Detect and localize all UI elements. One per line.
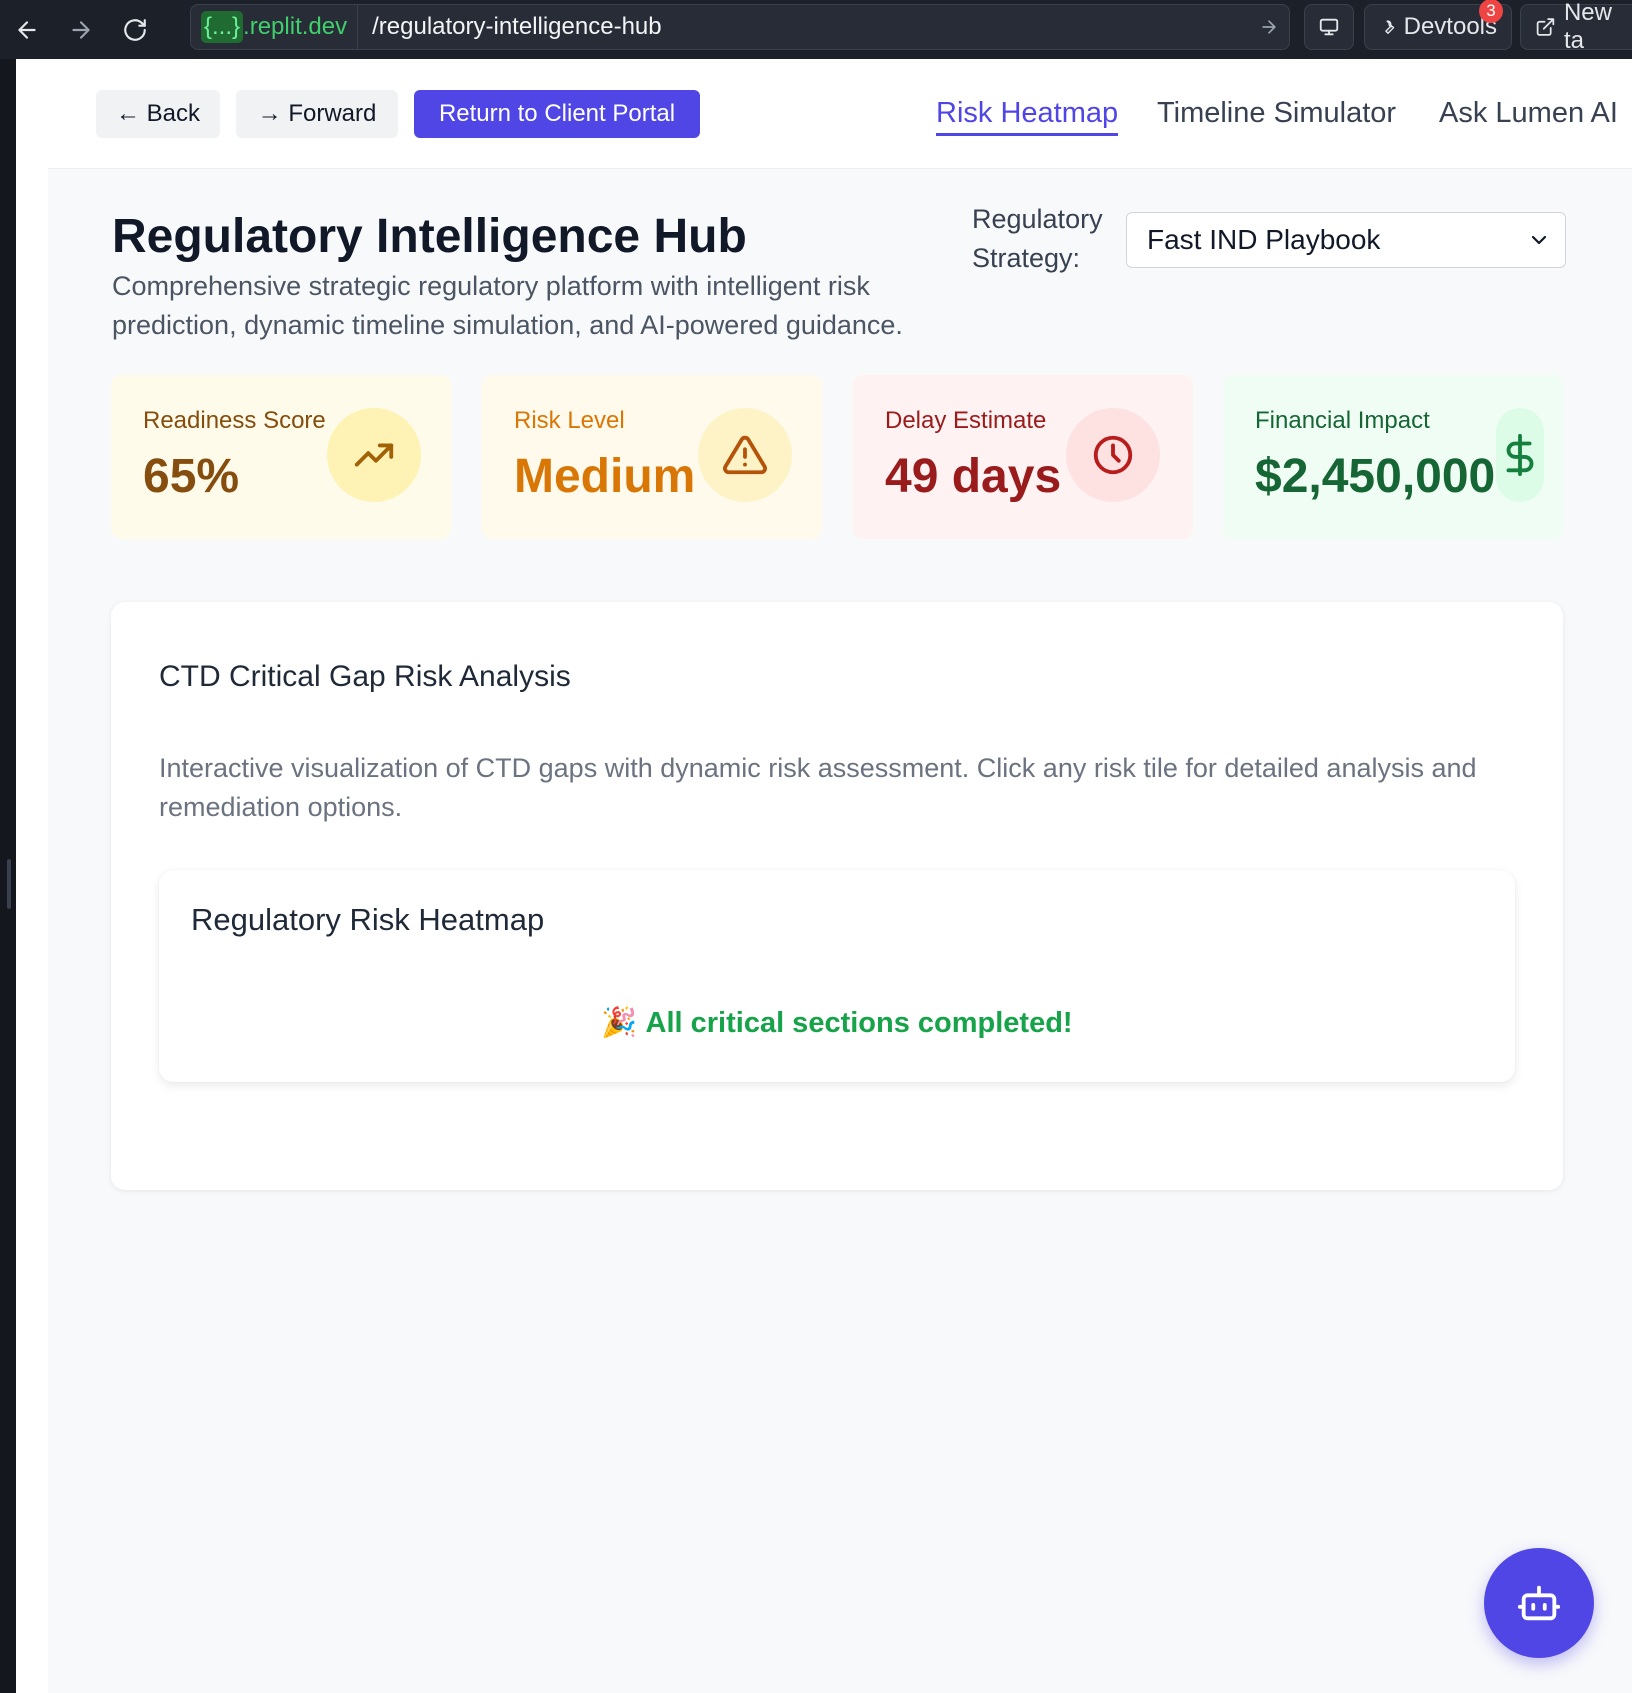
metric-card-delay: Delay Estimate 49 days <box>853 375 1193 539</box>
browser-reload-button[interactable] <box>108 0 162 59</box>
trending-up-icon <box>327 408 421 502</box>
browser-forward-button[interactable] <box>54 0 108 59</box>
browser-back-button[interactable] <box>0 0 54 59</box>
devtools-badge: 3 <box>1479 0 1503 23</box>
arrow-right-icon <box>72 20 90 39</box>
app-nav-bar: ← Back → Forward Return to Client Portal… <box>48 59 1632 169</box>
metric-card-financial: Financial Impact $2,450,000 <box>1223 375 1563 539</box>
completion-text: All critical sections completed! <box>645 1007 1073 1039</box>
resize-handle[interactable] <box>7 859 11 909</box>
device-preview-button[interactable] <box>1304 4 1354 50</box>
url-host: {...} .replit.dev <box>191 4 359 50</box>
ai-assistant-button[interactable] <box>1484 1548 1594 1658</box>
url-path: /regulatory-intelligence-hub <box>372 13 662 40</box>
metric-value: 49 days <box>885 450 1062 503</box>
url-host-domain: .replit.dev <box>243 13 348 40</box>
tab-risk-heatmap[interactable]: Risk Heatmap <box>936 97 1119 136</box>
arrow-left-icon <box>18 20 36 39</box>
strategy-selected-value: Fast IND Playbook <box>1147 224 1381 255</box>
heatmap-title: Regulatory Risk Heatmap <box>191 902 545 937</box>
completion-message: 🎉 All critical sections completed! <box>159 1006 1515 1040</box>
metric-value: Medium <box>514 450 696 503</box>
metric-card-risk-level: Risk Level Medium <box>482 375 822 539</box>
new-tab-label: New ta <box>1563 0 1612 54</box>
dollar-icon <box>1496 408 1544 502</box>
back-button[interactable]: ← Back <box>96 90 220 138</box>
reload-icon <box>124 18 146 41</box>
address-bar[interactable]: {...} .replit.dev /regulatory-intelligen… <box>190 4 1290 50</box>
clock-icon <box>1066 408 1160 502</box>
page-title: Regulatory Intelligence Hub <box>112 210 747 263</box>
url-go-icon[interactable] <box>1249 17 1289 37</box>
tab-ask-lumen-ai[interactable]: Ask Lumen AI <box>1439 97 1618 130</box>
metric-label: Delay Estimate <box>885 407 1047 434</box>
analysis-description: Interactive visualization of CTD gaps wi… <box>159 753 1477 822</box>
url-host-brace: {...} <box>201 11 244 43</box>
new-tab-button[interactable]: New ta <box>1520 0 1632 54</box>
bot-icon <box>1517 1585 1561 1621</box>
browser-toolbar: {...} .replit.dev /regulatory-intelligen… <box>0 0 1632 59</box>
forward-button[interactable]: → Forward <box>236 90 398 138</box>
return-to-portal-button[interactable]: Return to Client Portal <box>414 90 700 138</box>
metric-label: Financial Impact <box>1255 407 1430 434</box>
monitor-icon <box>1319 18 1339 36</box>
alert-triangle-icon <box>698 408 792 502</box>
app-page: ← Back → Forward Return to Client Portal… <box>16 59 1632 1693</box>
devtools-button[interactable]: Devtools 3 <box>1364 0 1512 50</box>
chevron-down-icon <box>1531 235 1547 245</box>
party-popper-icon: 🎉 <box>601 1007 638 1039</box>
tab-timeline-simulator[interactable]: Timeline Simulator <box>1157 97 1396 130</box>
metric-label: Readiness Score <box>143 407 326 434</box>
risk-analysis-card: CTD Critical Gap Risk Analysis Interacti… <box>111 602 1563 1190</box>
metric-card-readiness: Readiness Score 65% <box>111 375 451 539</box>
metric-label: Risk Level <box>514 407 625 434</box>
strategy-label: Regulatory Strategy: <box>972 204 1103 273</box>
wrench-icon <box>1385 20 1395 34</box>
external-link-icon <box>1536 18 1555 36</box>
page-left-strip <box>16 59 48 1693</box>
pane-gutter <box>0 59 16 1693</box>
metric-value: $2,450,000 <box>1255 450 1496 503</box>
page-subtitle: Comprehensive strategic regulatory platf… <box>112 271 903 340</box>
metric-value: 65% <box>143 450 240 503</box>
analysis-title: CTD Critical Gap Risk Analysis <box>159 660 571 693</box>
risk-heatmap-panel: Regulatory Risk Heatmap 🎉 All critical se… <box>159 870 1515 1082</box>
strategy-select[interactable]: Fast IND Playbook <box>1126 212 1566 268</box>
